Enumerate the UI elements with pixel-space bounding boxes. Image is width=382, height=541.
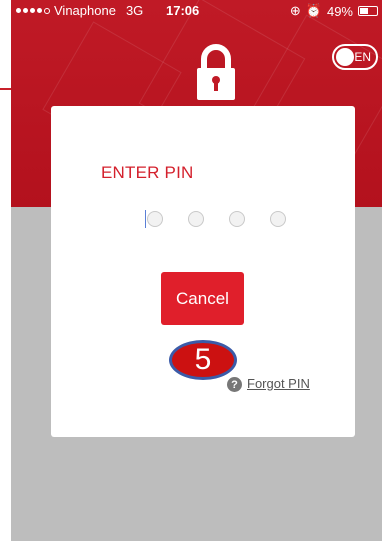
pin-digit-slot — [147, 211, 163, 227]
rotation-lock-icon: ⊕ — [289, 3, 301, 18]
help-icon[interactable]: ? — [227, 377, 242, 392]
battery-icon — [358, 6, 378, 16]
network-type: 3G — [125, 3, 144, 18]
alarm-icon: ⏰ — [305, 3, 322, 18]
cancel-button[interactable]: Cancel — [161, 272, 244, 325]
forgot-pin-link[interactable]: Forgot PIN — [247, 376, 310, 391]
signal-strength-icon — [16, 7, 50, 14]
pin-input[interactable] — [147, 211, 286, 227]
status-time: 17:06 — [166, 3, 200, 18]
carrier-name: Vinaphone — [54, 3, 116, 18]
pin-dialog: ENTER PIN Cancel ? Forgot PIN — [51, 106, 355, 437]
lock-icon — [197, 44, 235, 100]
dialog-title: ENTER PIN — [101, 163, 194, 182]
screen: Vinaphone 3G 17:06 ⊕ ⏰ 49% EN ENTER PIN … — [0, 0, 382, 541]
status-bar: Vinaphone 3G 17:06 ⊕ ⏰ 49% — [11, 0, 382, 20]
text-cursor — [145, 210, 146, 228]
pin-digit-slot — [229, 211, 245, 227]
toggle-knob — [336, 48, 354, 66]
language-label: EN — [354, 50, 371, 64]
language-toggle[interactable]: EN — [332, 44, 378, 70]
pin-digit-slot — [188, 211, 204, 227]
step-number-badge: 5 — [169, 340, 237, 380]
battery-percent: 49% — [326, 3, 353, 19]
pin-digit-slot — [270, 211, 286, 227]
